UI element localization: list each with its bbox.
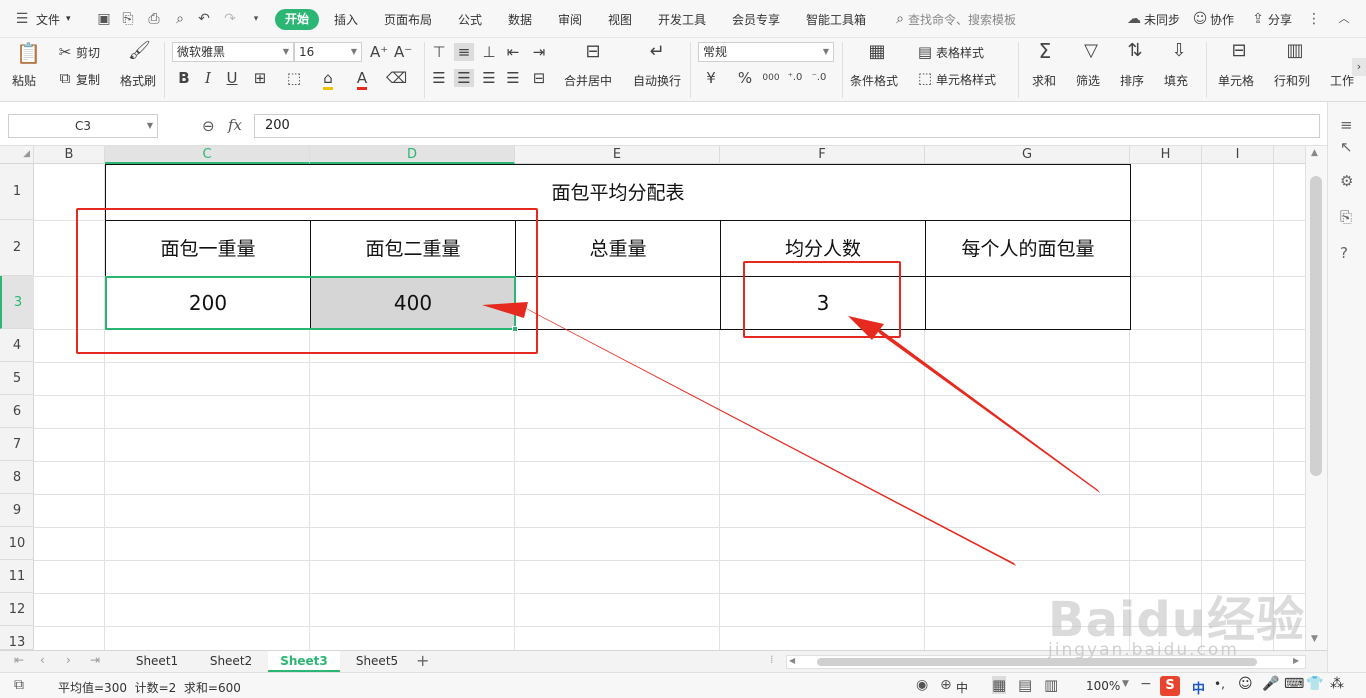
arrow-head xyxy=(848,316,884,340)
arrow-head xyxy=(482,302,528,318)
annotation-arrow xyxy=(848,316,1100,493)
arrow-shaft xyxy=(520,305,1016,566)
arrow-shaft xyxy=(870,322,1100,493)
annotation-arrow xyxy=(482,302,1016,566)
watermark-url: jingyan.baidu.com xyxy=(1048,640,1239,660)
